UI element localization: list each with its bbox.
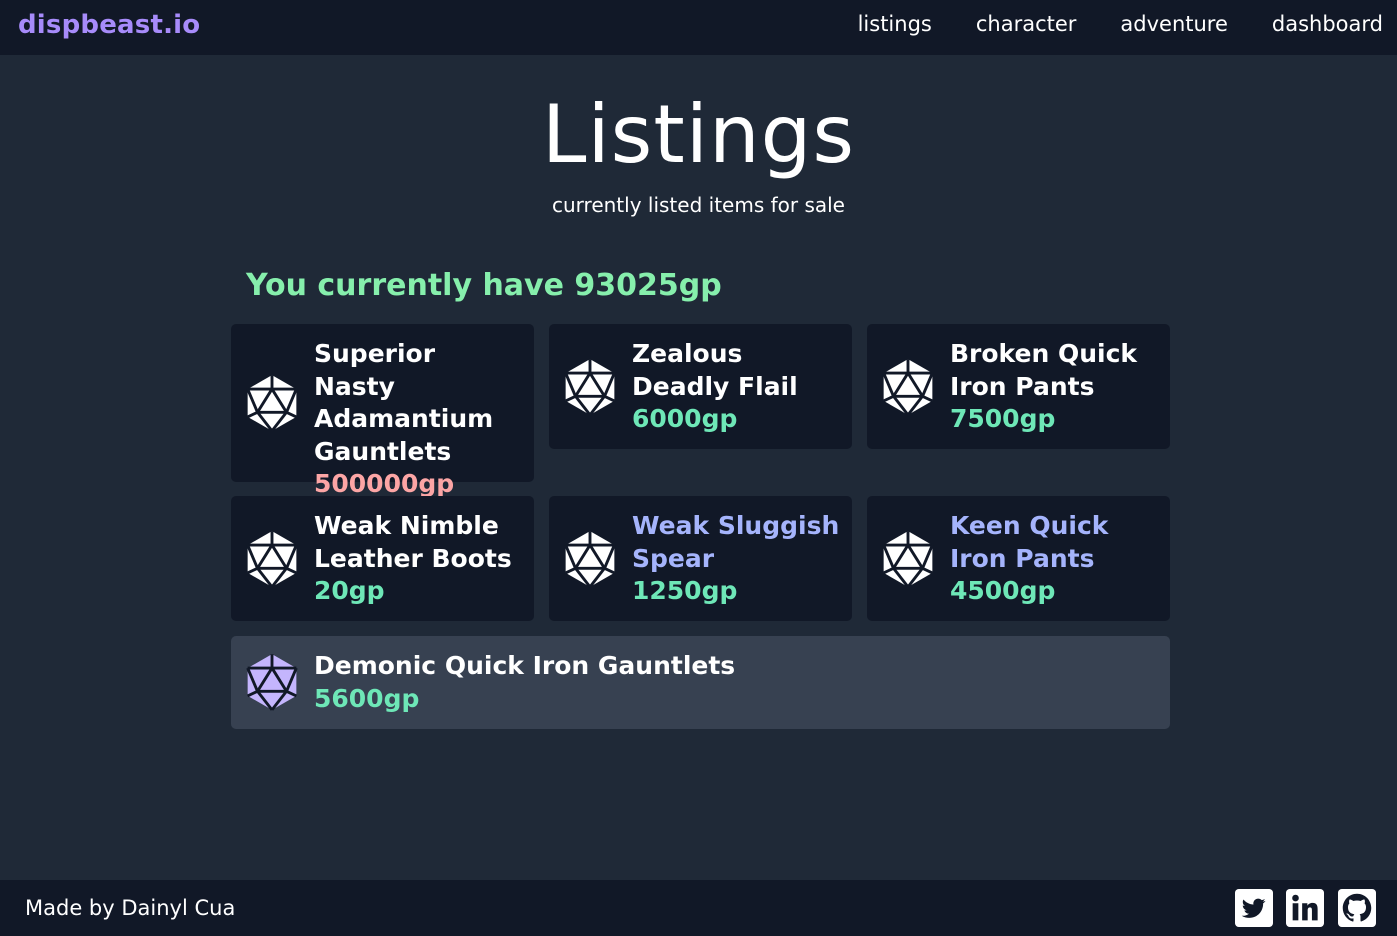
nav-links: listings character adventure dashboard [814, 12, 1383, 36]
gold-balance: You currently have 93025gp [246, 268, 722, 303]
page-subtitle: currently listed items for sale [552, 193, 845, 217]
d20-icon [879, 530, 937, 588]
nav-link-adventure[interactable]: adventure [1120, 12, 1228, 36]
listing-name-text: Weak Sluggish Spear [632, 511, 840, 573]
twitter-icon[interactable] [1235, 889, 1273, 927]
listing-card[interactable]: Keen Quick Iron Pants 4500gp [867, 496, 1170, 621]
d20-icon [879, 358, 937, 416]
nav-link-listings[interactable]: listings [858, 12, 932, 36]
listing-name: Zealous Deadly Flail 6000gp [632, 338, 842, 436]
listing-price: 4500gp [950, 576, 1056, 605]
listing-name: Demonic Quick Iron Gauntlets 5600gp [314, 650, 1114, 715]
linkedin-icon[interactable] [1286, 889, 1324, 927]
listing-card[interactable]: Broken Quick Iron Pants 7500gp [867, 324, 1170, 449]
d20-icon [561, 358, 619, 416]
footer: Made by Dainyl Cua [0, 880, 1397, 936]
listing-name: Weak Sluggish Spear 1250gp [632, 510, 842, 608]
listing-name: Keen Quick Iron Pants 4500gp [950, 510, 1160, 608]
listing-card-selected[interactable]: Demonic Quick Iron Gauntlets 5600gp [231, 636, 1170, 729]
listing-name-text: Weak Nimble Leather Boots [314, 511, 512, 573]
listing-card[interactable]: Zealous Deadly Flail 6000gp [549, 324, 852, 449]
d20-icon [243, 530, 301, 588]
listing-name-text: Keen Quick Iron Pants [950, 511, 1109, 573]
listing-card[interactable]: Superior Nasty Adamantium Gauntlets 5000… [231, 324, 534, 498]
listing-price: 5600gp [314, 683, 420, 713]
listing-card[interactable]: Weak Nimble Leather Boots 20gp [231, 496, 534, 621]
page-title: Listings [541, 88, 856, 181]
listing-name-text: Demonic Quick Iron Gauntlets [314, 651, 736, 680]
d20-icon [561, 530, 619, 588]
listing-name-text: Broken Quick Iron Pants [950, 339, 1138, 401]
listing-card[interactable]: Weak Sluggish Spear 1250gp [549, 496, 852, 621]
brand-logo[interactable]: dispbeast.io [18, 10, 200, 40]
listing-price: 6000gp [632, 404, 738, 433]
listing-name-text: Superior Nasty Adamantium Gauntlets [314, 339, 494, 466]
d20-icon [243, 653, 301, 711]
listing-name: Superior Nasty Adamantium Gauntlets 5000… [314, 338, 524, 501]
nav-link-dashboard[interactable]: dashboard [1272, 12, 1383, 36]
top-navbar: dispbeast.io listings character adventur… [0, 0, 1397, 55]
listing-price: 7500gp [950, 404, 1056, 433]
listing-name: Broken Quick Iron Pants 7500gp [950, 338, 1160, 436]
github-icon[interactable] [1338, 889, 1376, 927]
d20-icon [243, 374, 301, 432]
listing-name: Weak Nimble Leather Boots 20gp [314, 510, 524, 608]
footer-credit: Made by Dainyl Cua [25, 896, 236, 920]
listing-price: 1250gp [632, 576, 738, 605]
listing-name-text: Zealous Deadly Flail [632, 339, 798, 401]
nav-link-character[interactable]: character [976, 12, 1077, 36]
listing-price: 20gp [314, 576, 385, 605]
